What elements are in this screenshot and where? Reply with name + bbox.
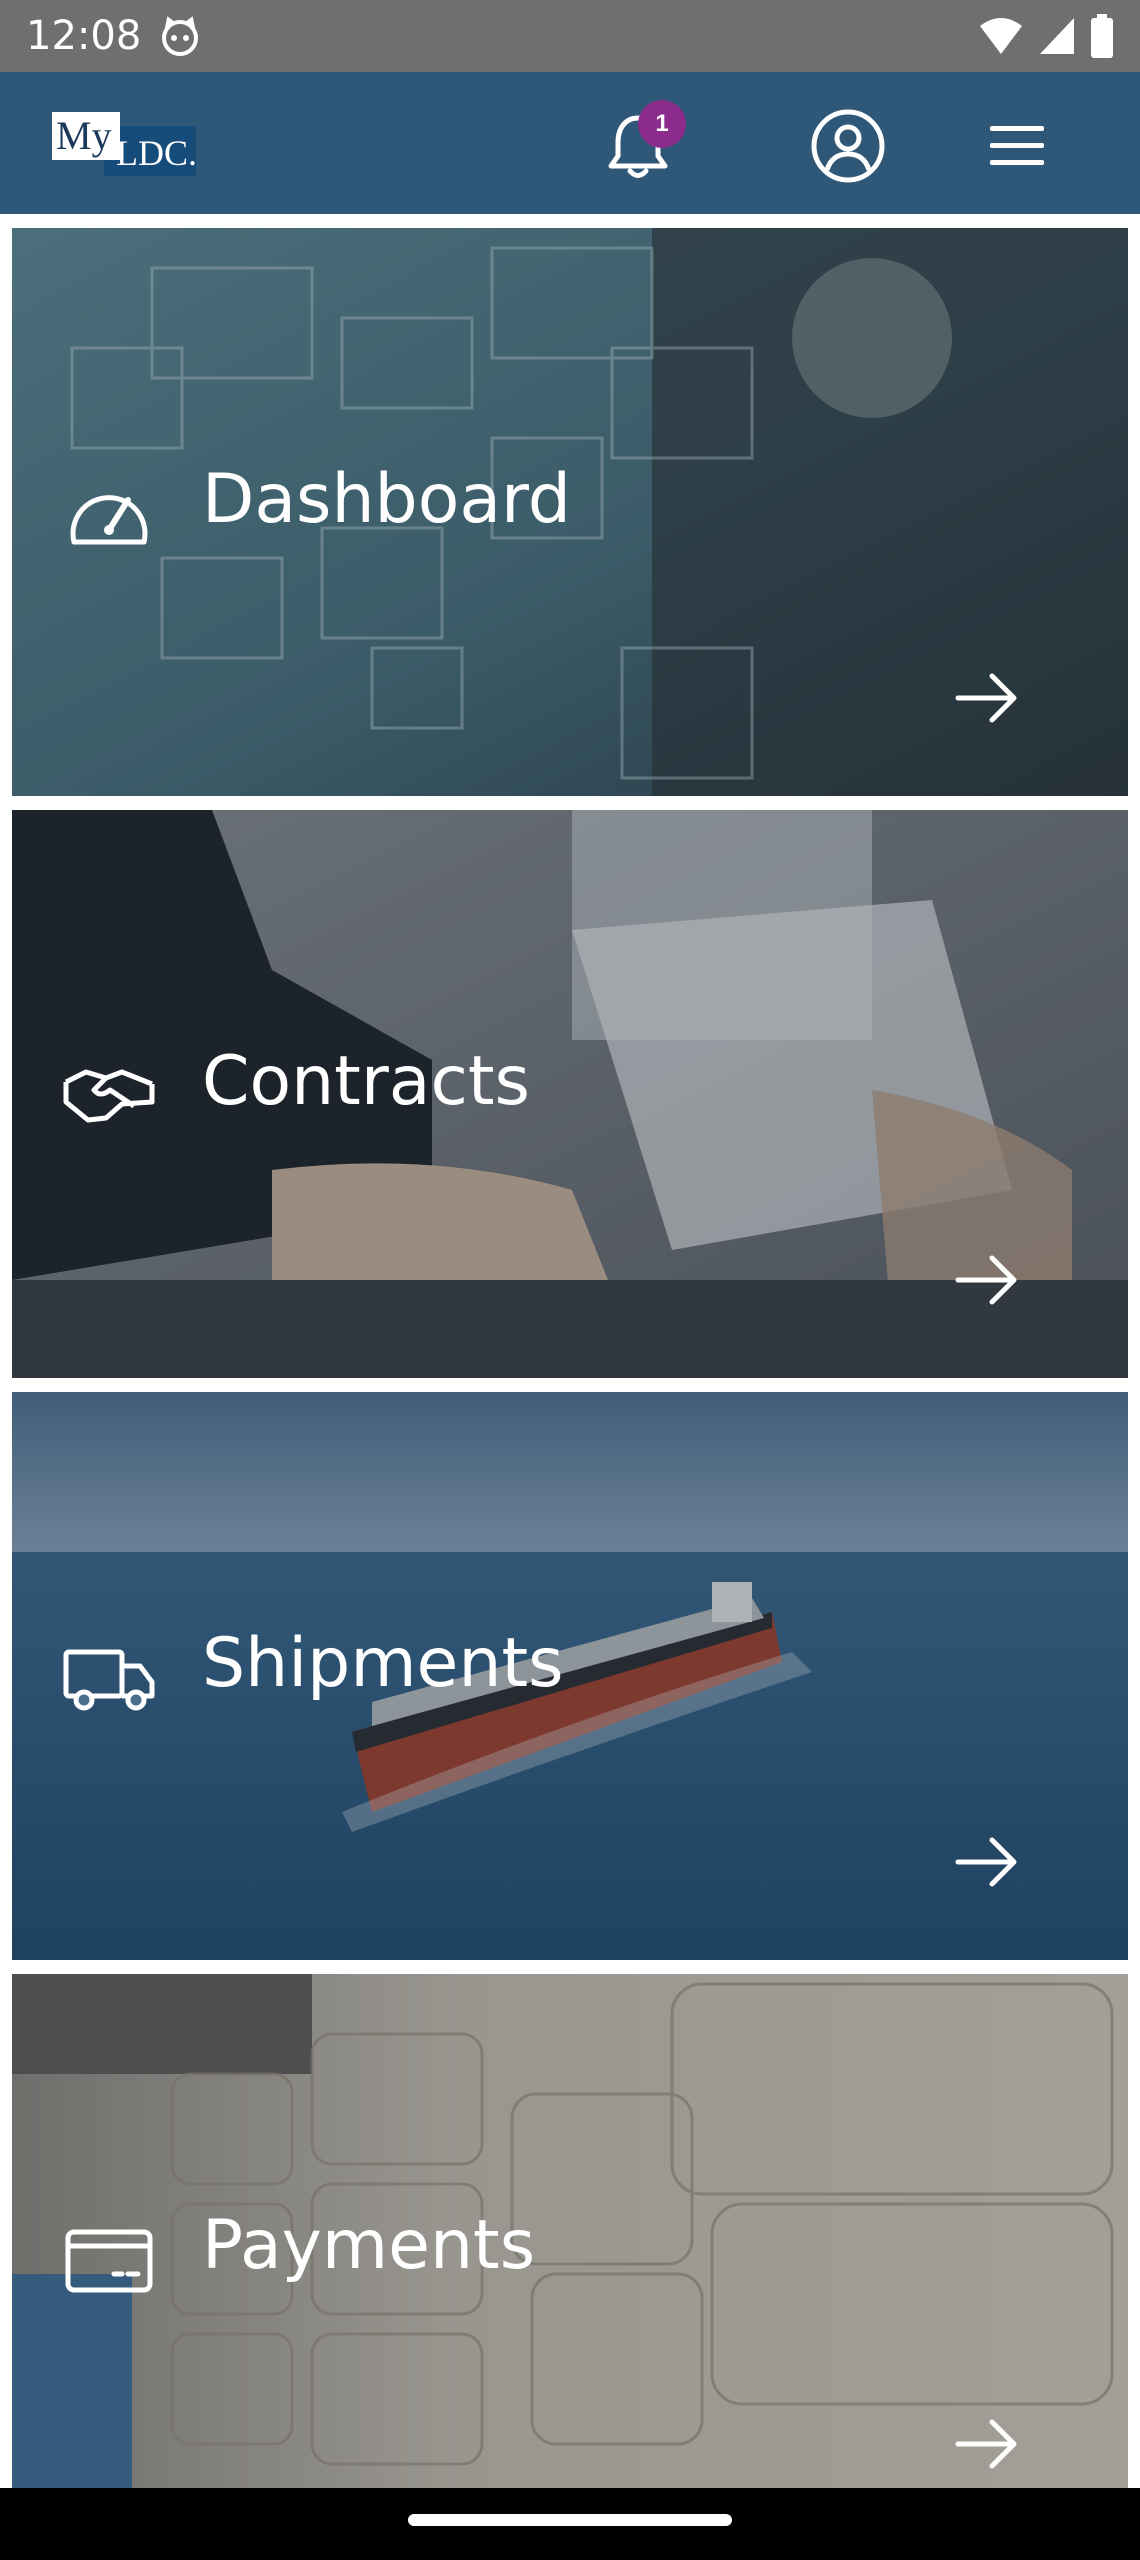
handshake-icon: [63, 1069, 155, 1123]
myldc-logo[interactable]: LDC. My: [52, 112, 197, 176]
cat-face-icon: [162, 16, 198, 56]
hamburger-menu-icon: [990, 126, 1044, 165]
status-bar: 12:08: [0, 0, 1140, 72]
menu-button[interactable]: [986, 118, 1048, 174]
profile-button[interactable]: [808, 106, 888, 186]
battery-icon: [1091, 14, 1113, 58]
tile-label: Shipments: [202, 1624, 564, 1703]
arrow-right-icon: [955, 2419, 1017, 2469]
notifications-button[interactable]: 1: [600, 100, 686, 184]
status-time: 12:08: [26, 13, 142, 59]
wifi-icon: [980, 18, 1022, 54]
tile-label: Payments: [202, 2206, 536, 2285]
home-gesture-handle[interactable]: [408, 2514, 732, 2526]
user-circle-icon: [811, 109, 885, 183]
credit-card-icon: [65, 2229, 153, 2293]
arrow-right-icon: [955, 1255, 1017, 1305]
notification-count-badge: 1: [638, 100, 686, 148]
tile-contracts[interactable]: Contracts: [12, 810, 1128, 1378]
tile-label: Dashboard: [202, 460, 571, 539]
navigation-bar: [0, 2488, 1140, 2560]
tile-shipments[interactable]: Shipments: [12, 1392, 1128, 1960]
speedometer-icon: [70, 495, 148, 545]
status-icons: [978, 14, 1114, 58]
tile-payments[interactable]: Payments: [12, 1974, 1128, 2488]
logo-my-text: My: [52, 112, 120, 160]
cell-signal-icon: [1040, 18, 1074, 54]
arrow-right-icon: [955, 673, 1017, 723]
tile-dashboard[interactable]: Dashboard: [12, 228, 1128, 796]
arrow-right-icon: [955, 1837, 1017, 1887]
tile-label: Contracts: [202, 1042, 530, 1121]
tile-overlay: [12, 1974, 1128, 2488]
top-app-bar: LDC. My 1: [0, 72, 1140, 214]
truck-icon: [63, 1649, 155, 1711]
